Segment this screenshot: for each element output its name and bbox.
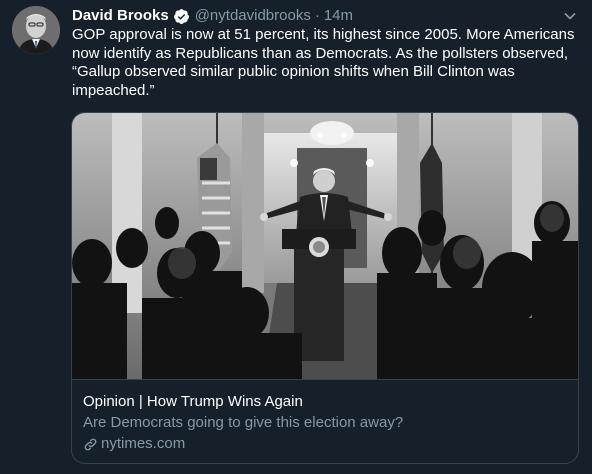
tweet-text: GOP approval is now at 51 percent, its h… xyxy=(72,26,575,99)
card-domain: nytimes.com xyxy=(83,434,185,454)
card-meta[interactable]: Opinion | How Trump Wins Again Are Democ… xyxy=(72,379,578,463)
verified-badge-icon xyxy=(173,8,190,25)
tweet-header: David Brooks @nytdavidbrooks · 14m xyxy=(72,6,580,26)
tweet-timestamp[interactable]: 14m xyxy=(324,6,353,26)
card-domain-text: nytimes.com xyxy=(101,435,186,452)
link-icon xyxy=(83,437,98,452)
tweet[interactable]: David Brooks @nytdavidbrooks · 14m GOP a… xyxy=(0,0,592,474)
card-title[interactable]: Opinion | How Trump Wins Again xyxy=(83,392,303,412)
card-image[interactable] xyxy=(72,113,578,379)
author-name[interactable]: David Brooks xyxy=(72,6,169,26)
card-description: Are Democrats going to give this electio… xyxy=(83,414,404,431)
link-card[interactable]: Opinion | How Trump Wins Again Are Democ… xyxy=(71,112,579,464)
author-handle[interactable]: @nytdavidbrooks xyxy=(195,6,311,26)
avatar[interactable] xyxy=(12,6,60,54)
chevron-down-icon[interactable] xyxy=(562,8,578,24)
separator-dot: · xyxy=(314,7,320,24)
